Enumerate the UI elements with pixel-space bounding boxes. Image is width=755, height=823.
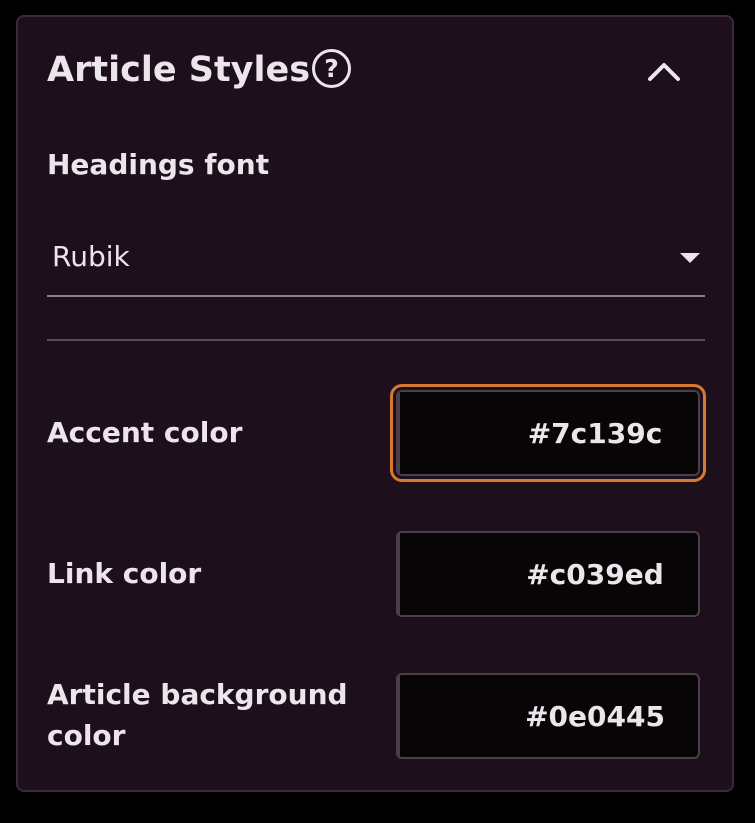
article-background-color-hex-input[interactable]: [400, 675, 698, 757]
caret-down-icon: [680, 253, 700, 263]
article-background-color-control: [396, 673, 700, 759]
article-styles-panel: Article Styles ? Headings font Rubik Acc…: [16, 15, 734, 792]
question-circle-icon[interactable]: ?: [312, 49, 351, 88]
headings-font-label: Headings font: [47, 148, 270, 181]
collapse-button[interactable]: [638, 49, 690, 93]
link-color-control: [396, 531, 700, 617]
accent-color-label: Accent color: [47, 416, 243, 449]
section-divider: [47, 339, 705, 341]
link-color-label: Link color: [47, 557, 202, 590]
headings-font-select[interactable]: Rubik: [47, 225, 705, 297]
chevron-up-icon: [648, 63, 680, 81]
article-background-color-label: Article background color: [47, 678, 348, 752]
headings-font-value: Rubik: [52, 240, 130, 273]
accent-color-control: [390, 384, 706, 482]
panel-title: Article Styles: [47, 50, 311, 90]
link-color-hex-input[interactable]: [400, 533, 698, 615]
accent-color-hex-input[interactable]: [400, 392, 698, 474]
